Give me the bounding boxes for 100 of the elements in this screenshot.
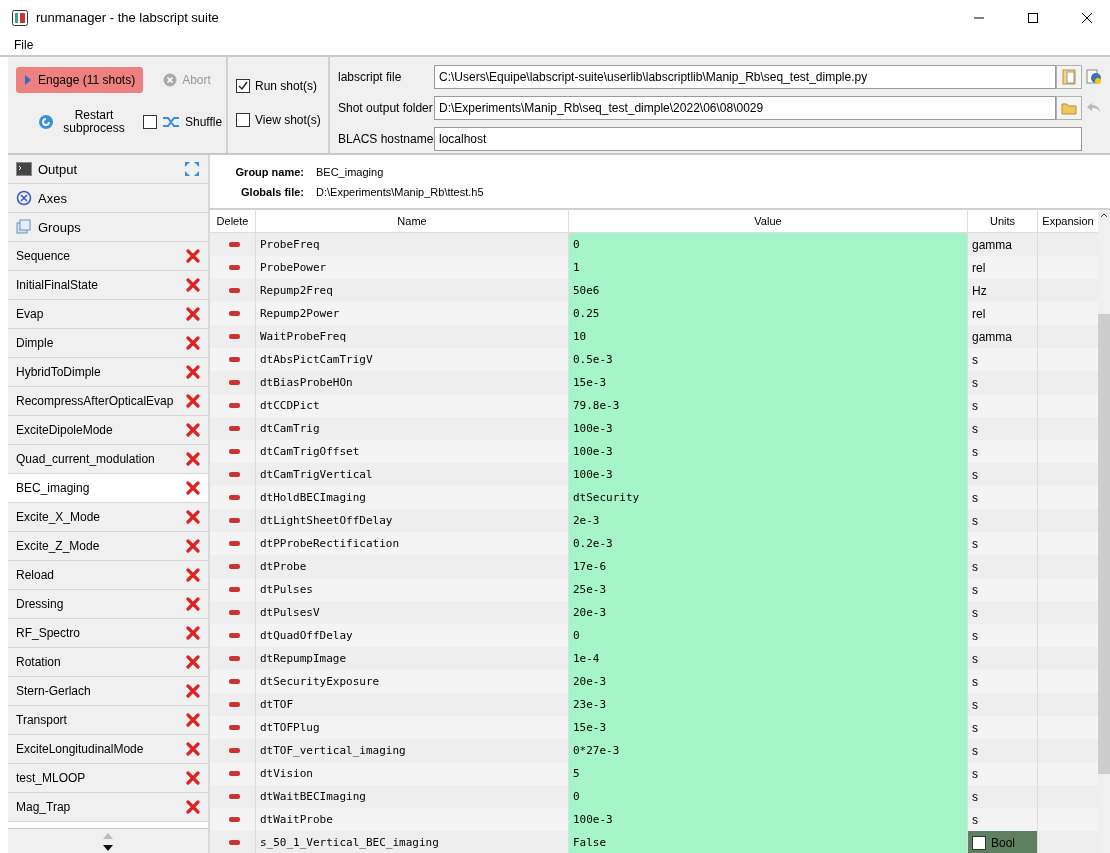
delete-icon[interactable] bbox=[186, 713, 200, 727]
view-shots-checkbox[interactable]: View shot(s) bbox=[236, 113, 320, 127]
delete-button[interactable] bbox=[229, 771, 240, 776]
delete-icon[interactable] bbox=[186, 568, 200, 582]
delete-button[interactable] bbox=[229, 449, 240, 454]
delete-button[interactable] bbox=[229, 541, 240, 546]
sidebar-item[interactable]: Quad_current_modulation bbox=[8, 445, 208, 474]
global-value[interactable]: 0 bbox=[569, 233, 968, 256]
global-value[interactable]: 50e6 bbox=[569, 279, 968, 302]
delete-icon[interactable] bbox=[186, 336, 200, 350]
scrollbar-thumb[interactable] bbox=[1098, 314, 1110, 774]
run-shots-checkbox[interactable]: Run shot(s) bbox=[236, 79, 320, 93]
shuffle-checkbox[interactable]: Shuffle bbox=[143, 115, 223, 129]
scroll-down-icon[interactable] bbox=[103, 845, 113, 851]
global-value[interactable]: 20e-3 bbox=[569, 601, 968, 624]
delete-button[interactable] bbox=[229, 679, 240, 684]
sidebar-item[interactable]: Excite_Z_Mode bbox=[8, 532, 208, 561]
global-value[interactable]: 100e-3 bbox=[569, 808, 968, 831]
delete-icon[interactable] bbox=[186, 249, 200, 263]
sidebar-item[interactable]: Output bbox=[8, 155, 208, 184]
global-value[interactable]: 23e-3 bbox=[569, 693, 968, 716]
global-value[interactable]: 0 bbox=[569, 624, 968, 647]
delete-button[interactable] bbox=[229, 656, 240, 661]
delete-button[interactable] bbox=[229, 265, 240, 270]
global-value[interactable]: 100e-3 bbox=[569, 417, 968, 440]
delete-icon[interactable] bbox=[186, 423, 200, 437]
path-field[interactable]: C:\Users\Equipe\labscript-suite\userlib\labscriptlib\Manip_Rb\seq_test_dimple.py bbox=[434, 64, 1056, 89]
global-value[interactable]: 1 bbox=[569, 256, 968, 279]
path-field[interactable]: localhost bbox=[434, 127, 1082, 152]
menu-item[interactable]: File bbox=[14, 38, 34, 52]
delete-icon[interactable] bbox=[186, 771, 200, 785]
delete-icon[interactable] bbox=[186, 626, 200, 640]
delete-icon[interactable] bbox=[186, 452, 200, 466]
delete-button[interactable] bbox=[229, 311, 240, 316]
delete-button[interactable] bbox=[229, 495, 240, 500]
global-value[interactable]: 2e-3 bbox=[569, 509, 968, 532]
delete-button[interactable] bbox=[229, 794, 240, 799]
delete-button[interactable] bbox=[229, 817, 240, 822]
global-value[interactable]: 17e-6 bbox=[569, 555, 968, 578]
browse-file-button[interactable] bbox=[1056, 64, 1082, 89]
browse-folder-button[interactable] bbox=[1056, 96, 1082, 120]
delete-icon[interactable] bbox=[186, 307, 200, 321]
sidebar-item[interactable]: Dimple bbox=[8, 329, 208, 358]
sidebar-item[interactable]: Reload bbox=[8, 561, 208, 590]
delete-button[interactable] bbox=[229, 633, 240, 638]
column-header[interactable]: Delete bbox=[210, 210, 256, 233]
global-value[interactable]: 100e-3 bbox=[569, 463, 968, 486]
delete-button[interactable] bbox=[229, 380, 240, 385]
sidebar-item[interactable]: Groups bbox=[8, 213, 208, 242]
delete-icon[interactable] bbox=[186, 278, 200, 292]
engage-button[interactable]: Engage (11 shots) bbox=[16, 67, 144, 93]
delete-button[interactable] bbox=[229, 472, 240, 477]
expand-icon[interactable] bbox=[184, 161, 200, 177]
sidebar-item[interactable]: HybridToDimple bbox=[8, 358, 208, 387]
delete-button[interactable] bbox=[229, 702, 240, 707]
global-value[interactable]: 0 bbox=[569, 785, 968, 808]
delete-icon[interactable] bbox=[186, 597, 200, 611]
sidebar-item[interactable]: RecompressAfterOpticalEvap bbox=[8, 387, 208, 416]
delete-icon[interactable] bbox=[186, 655, 200, 669]
delete-button[interactable] bbox=[229, 334, 240, 339]
delete-button[interactable] bbox=[229, 288, 240, 293]
delete-button[interactable] bbox=[229, 725, 240, 730]
delete-icon[interactable] bbox=[186, 510, 200, 524]
sidebar-item[interactable]: Stern-Gerlach bbox=[8, 677, 208, 706]
global-value[interactable]: 0*27e-3 bbox=[569, 739, 968, 762]
delete-icon[interactable] bbox=[186, 394, 200, 408]
delete-icon[interactable] bbox=[186, 800, 200, 814]
delete-button[interactable] bbox=[229, 357, 240, 362]
sidebar-item[interactable]: ExciteDipoleMode bbox=[8, 416, 208, 445]
sidebar-item[interactable]: Dressing bbox=[8, 590, 208, 619]
global-value[interactable]: 0.2e-3 bbox=[569, 532, 968, 555]
delete-icon[interactable] bbox=[186, 539, 200, 553]
global-value[interactable]: 0.25 bbox=[569, 302, 968, 325]
global-value[interactable]: 100e-3 bbox=[569, 440, 968, 463]
sidebar-item[interactable]: RF_Spectro bbox=[8, 619, 208, 648]
path-field[interactable]: D:\Experiments\Manip_Rb\seq_test_dimple\2022\06\08\0029 bbox=[434, 96, 1056, 120]
column-header[interactable]: Name bbox=[256, 210, 569, 233]
global-value[interactable]: False bbox=[569, 831, 968, 853]
delete-button[interactable] bbox=[229, 564, 240, 569]
delete-button[interactable] bbox=[229, 518, 240, 523]
sidebar-item[interactable]: ExciteLongitudinalMode bbox=[8, 735, 208, 764]
delete-button[interactable] bbox=[229, 840, 240, 845]
delete-button[interactable] bbox=[229, 587, 240, 592]
delete-button[interactable] bbox=[229, 748, 240, 753]
delete-button[interactable] bbox=[229, 403, 240, 408]
sidebar-item[interactable]: InitialFinalState bbox=[8, 271, 208, 300]
column-header[interactable]: Value bbox=[569, 210, 968, 233]
global-value[interactable]: dtSecurity bbox=[569, 486, 968, 509]
delete-icon[interactable] bbox=[186, 742, 200, 756]
sidebar-item[interactable]: Sequence bbox=[8, 242, 208, 271]
delete-icon[interactable] bbox=[186, 365, 200, 379]
delete-icon[interactable] bbox=[186, 684, 200, 698]
column-header[interactable]: Units bbox=[968, 210, 1038, 233]
global-value[interactable]: 79.8e-3 bbox=[569, 394, 968, 417]
global-value[interactable]: 20e-3 bbox=[569, 670, 968, 693]
sidebar-item[interactable]: Transport bbox=[8, 706, 208, 735]
sidebar-item[interactable]: Rotation bbox=[8, 648, 208, 677]
delete-button[interactable] bbox=[229, 426, 240, 431]
delete-button[interactable] bbox=[229, 610, 240, 615]
global-value[interactable]: 10 bbox=[569, 325, 968, 348]
